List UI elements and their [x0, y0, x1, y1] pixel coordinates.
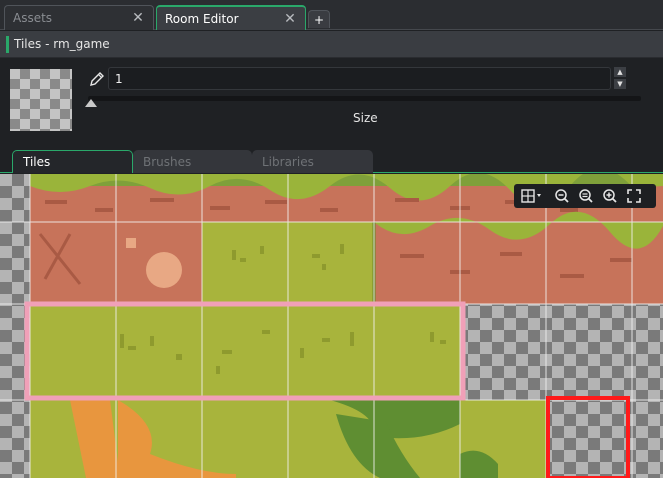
page-title: Tiles - rm_game [14, 37, 110, 51]
tab-tiles-label: Tiles [23, 155, 51, 169]
zoom-in-icon[interactable] [600, 187, 620, 205]
tab-libraries-label: Libraries [262, 154, 314, 169]
tileset-canvas[interactable] [0, 174, 663, 478]
close-icon[interactable]: ✕ [283, 11, 297, 27]
close-icon[interactable]: ✕ [131, 10, 145, 26]
tab-brushes[interactable]: Brushes [133, 150, 252, 173]
fullscreen-icon[interactable] [624, 187, 644, 205]
size-label: Size [353, 111, 378, 125]
tab-assets[interactable]: Assets ✕ [4, 5, 154, 30]
panel-accent-bar [6, 36, 9, 53]
zoom-reset-icon[interactable] [576, 187, 596, 205]
tab-assets-label: Assets [13, 11, 53, 25]
grid-toggle-icon[interactable] [518, 187, 548, 205]
tile-size-value: 1 [115, 71, 123, 86]
tab-room-editor[interactable]: Room Editor ✕ [156, 5, 306, 30]
pencil-icon [90, 72, 104, 86]
zoom-toolbar [514, 184, 656, 208]
size-slider[interactable] [88, 96, 641, 101]
tile-cursor [546, 396, 630, 478]
size-increment-button[interactable]: ▲ [614, 67, 626, 77]
size-decrement-button[interactable]: ▼ [614, 79, 626, 89]
add-tab-button[interactable]: + [308, 10, 330, 28]
tab-libraries[interactable]: Libraries [252, 150, 373, 173]
tile-size-input[interactable]: 1 [108, 67, 611, 90]
zoom-out-icon[interactable] [552, 187, 572, 205]
tile-row-2 [30, 211, 663, 304]
tab-brushes-label: Brushes [143, 154, 192, 169]
tab-room-editor-label: Room Editor [165, 11, 239, 26]
panel-title-bar: Tiles - rm_game [0, 31, 663, 58]
tileset-image[interactable] [0, 174, 663, 478]
size-slider-handle[interactable] [85, 99, 97, 107]
tile-row-grass [30, 304, 464, 400]
tile-preview [10, 69, 72, 131]
tab-tiles[interactable]: Tiles [12, 150, 133, 173]
tab-strip: Assets ✕ Room Editor ✕ + [0, 0, 663, 30]
tileset-tabs: Tiles Brushes Libraries [0, 148, 663, 173]
